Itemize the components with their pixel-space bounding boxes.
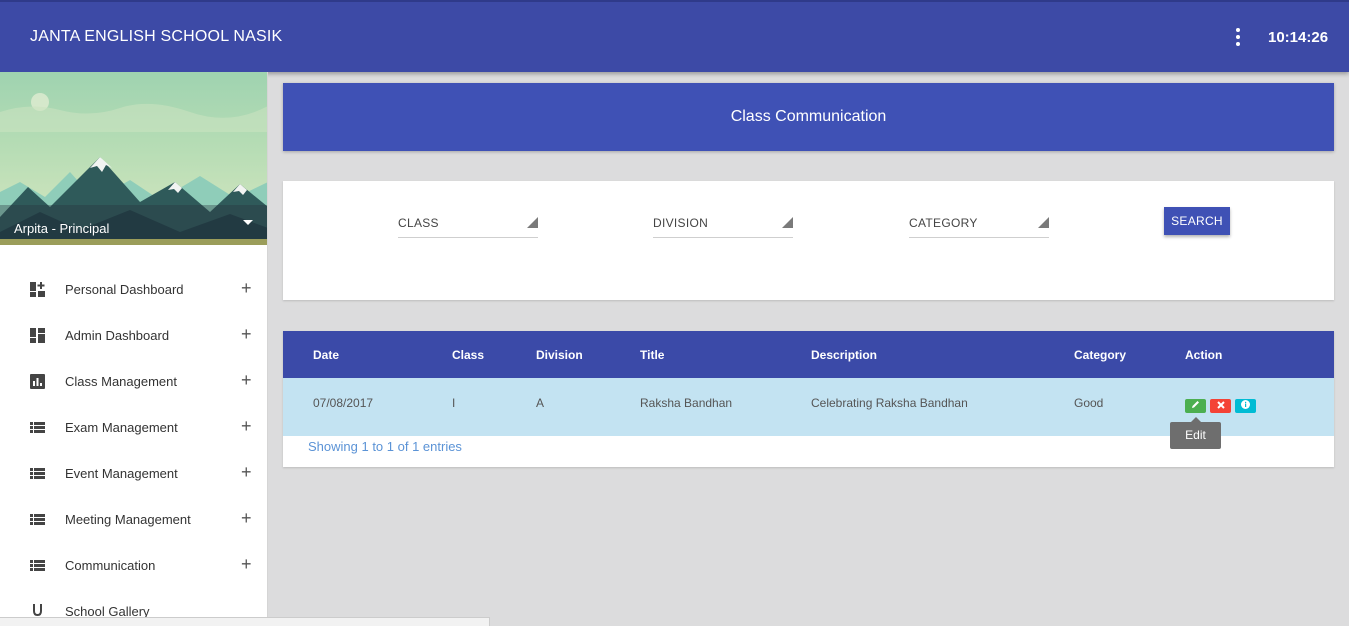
dashboard-plus-icon: [30, 282, 45, 297]
list-icon: [30, 422, 45, 433]
sidebar-item-event-management[interactable]: Event Management +: [0, 450, 267, 496]
sidebar-item-label: Admin Dashboard: [65, 328, 170, 343]
column-header-class[interactable]: Class: [452, 348, 484, 362]
info-icon: [1241, 400, 1250, 409]
column-header-date[interactable]: Date: [313, 348, 339, 362]
sidebar-item-label: Communication: [65, 558, 156, 573]
sidebar-item-class-management[interactable]: Class Management +: [0, 358, 267, 404]
page-title: Class Communication: [730, 108, 887, 125]
expand-icon[interactable]: +: [241, 370, 252, 390]
sidebar-nav: Personal Dashboard + Admin Dashboard + C…: [0, 266, 267, 626]
list-icon: [30, 468, 45, 479]
cell-class: I: [452, 396, 456, 410]
sidebar-item-exam-management[interactable]: Exam Management +: [0, 404, 267, 450]
sidebar-item-label: Personal Dashboard: [65, 282, 184, 297]
expand-icon[interactable]: +: [241, 508, 252, 528]
edit-tooltip: Edit: [1170, 417, 1221, 449]
cell-category: Good: [1074, 396, 1104, 410]
table-header: Date Class Division Title Description Ca…: [283, 331, 1334, 378]
expand-icon[interactable]: +: [241, 554, 252, 574]
sidebar-item-label: Exam Management: [65, 420, 178, 435]
chevron-down-icon[interactable]: [243, 220, 253, 225]
category-select-label: CATEGORY: [909, 216, 978, 230]
chart-icon: [30, 374, 45, 389]
expand-icon[interactable]: +: [241, 278, 252, 298]
dropdown-arrow-icon: [527, 217, 538, 228]
info-button[interactable]: [1235, 399, 1256, 413]
cell-date: 07/08/2017: [313, 396, 374, 410]
more-vert-icon[interactable]: [1230, 28, 1246, 48]
column-header-action: Action: [1185, 348, 1223, 362]
sidebar-item-communication[interactable]: Communication +: [0, 542, 267, 588]
sidebar-item-label: Class Management: [65, 374, 177, 389]
search-button[interactable]: SEARCH: [1164, 207, 1230, 235]
profile-name: Arpita - Principal: [14, 221, 110, 236]
expand-icon[interactable]: +: [241, 324, 252, 344]
delete-button[interactable]: [1210, 399, 1231, 413]
cell-description: Celebrating Raksha Bandhan: [811, 396, 968, 410]
sidebar-item-label: Meeting Management: [65, 512, 191, 527]
column-header-description[interactable]: Description: [811, 348, 877, 362]
tooltip-text: Edit: [1185, 428, 1206, 442]
sidebar-item-label: Event Management: [65, 466, 178, 481]
pencil-icon: [1192, 401, 1199, 408]
column-header-category[interactable]: Category: [1074, 348, 1126, 362]
close-icon: [1216, 401, 1225, 409]
column-header-division[interactable]: Division: [536, 348, 583, 362]
class-select[interactable]: CLASS: [398, 209, 538, 238]
filter-card: CLASS DIVISION CATEGORY SEARCH: [283, 181, 1334, 300]
expand-icon[interactable]: +: [241, 416, 252, 436]
list-icon: [30, 514, 45, 525]
communication-table: Date Class Division Title Description Ca…: [283, 331, 1334, 467]
sidebar-item-admin-dashboard[interactable]: Admin Dashboard +: [0, 312, 267, 358]
app-title: JANTA ENGLISH SCHOOL NASIK: [30, 28, 283, 45]
dropdown-arrow-icon: [1038, 217, 1049, 228]
browser-status-bar: [0, 617, 490, 626]
cell-division: A: [536, 396, 545, 410]
category-select[interactable]: CATEGORY: [909, 209, 1049, 238]
profile-banner: Arpita - Principal: [0, 72, 267, 245]
class-select-label: CLASS: [398, 216, 439, 230]
list-icon: [30, 560, 45, 571]
dashboard-icon: [30, 328, 45, 343]
column-header-title[interactable]: Title: [640, 348, 664, 362]
division-select-label: DIVISION: [653, 216, 709, 230]
sidebar-item-meeting-management[interactable]: Meeting Management +: [0, 496, 267, 542]
edit-button[interactable]: [1185, 399, 1206, 413]
top-app-bar: JANTA ENGLISH SCHOOL NASIK 10:14:26: [0, 0, 1349, 72]
clock: 10:14:26: [1268, 29, 1329, 46]
division-select[interactable]: DIVISION: [653, 209, 793, 238]
tooltip-arrow: [1191, 417, 1201, 422]
entries-info: Showing 1 to 1 of 1 entries: [308, 439, 462, 454]
sidebar: Arpita - Principal Personal Dashboard + …: [0, 72, 268, 626]
cell-title: Raksha Bandhan: [640, 396, 733, 410]
dropdown-arrow-icon: [782, 217, 793, 228]
sidebar-item-personal-dashboard[interactable]: Personal Dashboard +: [0, 266, 267, 312]
expand-icon[interactable]: +: [241, 462, 252, 482]
page-header: Class Communication: [283, 83, 1334, 151]
